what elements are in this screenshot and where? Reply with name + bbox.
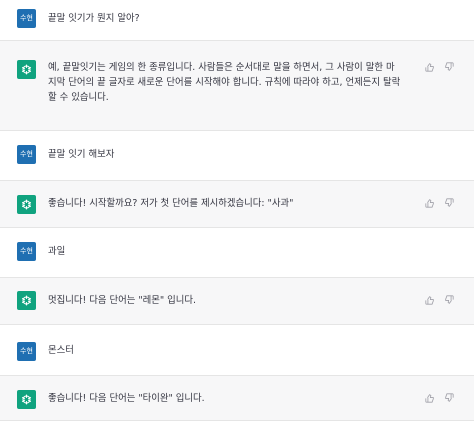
assistant-message-row: 좋습니다! 시작할까요? 저가 첫 단어를 제시하겠습니다: "사과" [0, 180, 474, 228]
user-message-text: 끝말 잇기 해보자 [48, 149, 115, 160]
thumbs-up-icon[interactable] [425, 393, 435, 403]
thumbs-down-icon[interactable] [444, 393, 454, 403]
feedback-actions [425, 295, 454, 305]
user-avatar: 수현 [17, 9, 36, 28]
user-message-text: 몬스터 [48, 345, 74, 356]
openai-logo-icon [17, 291, 36, 310]
user-avatar: 수현 [17, 342, 36, 361]
assistant-message-text: 좋습니다! 시작할까요? 저가 첫 단어를 제시하겠습니다: "사과" [48, 198, 294, 209]
user-avatar: 수현 [17, 145, 36, 164]
assistant-message-text: 좋습니다! 다음 단어는 "타이완" 입니다. [48, 393, 205, 404]
feedback-actions [425, 198, 454, 208]
user-message-row: 수현 끝말 잇기 해보자 [0, 131, 474, 180]
user-message-row: 수현 몬스터 [0, 325, 474, 375]
feedback-actions [425, 393, 454, 403]
assistant-message-text: 예, 끝말잇기는 게임의 한 종류입니다. 사람들은 순서대로 말을 하면서, … [48, 62, 401, 103]
openai-logo-icon [17, 60, 36, 79]
assistant-message-row: 예, 끝말잇기는 게임의 한 종류입니다. 사람들은 순서대로 말을 하면서, … [0, 40, 474, 131]
user-message-row: 수현 과일 [0, 228, 474, 277]
openai-logo-icon [17, 195, 36, 214]
thumbs-down-icon[interactable] [444, 198, 454, 208]
user-message-text: 끝말 잇기가 뭔지 알아? [48, 13, 140, 24]
chat-thread: 수현 끝말 잇기가 뭔지 알아? 예, 끝말잇기는 게임의 한 종류입니다. 사… [0, 0, 474, 421]
feedback-actions [425, 62, 454, 72]
thumbs-down-icon[interactable] [444, 295, 454, 305]
user-avatar: 수현 [17, 242, 36, 261]
thumbs-up-icon[interactable] [425, 62, 435, 72]
assistant-message-text: 멋집니다! 다음 단어는 "레몬" 입니다. [48, 295, 197, 306]
user-message-row: 수현 끝말 잇기가 뭔지 알아? [0, 0, 474, 40]
user-message-text: 과일 [48, 246, 66, 257]
assistant-message-row: 좋습니다! 다음 단어는 "타이완" 입니다. [0, 375, 474, 421]
thumbs-down-icon[interactable] [444, 62, 454, 72]
assistant-message-row: 멋집니다! 다음 단어는 "레몬" 입니다. [0, 277, 474, 325]
thumbs-up-icon[interactable] [425, 198, 435, 208]
openai-logo-icon [17, 390, 36, 409]
thumbs-up-icon[interactable] [425, 295, 435, 305]
